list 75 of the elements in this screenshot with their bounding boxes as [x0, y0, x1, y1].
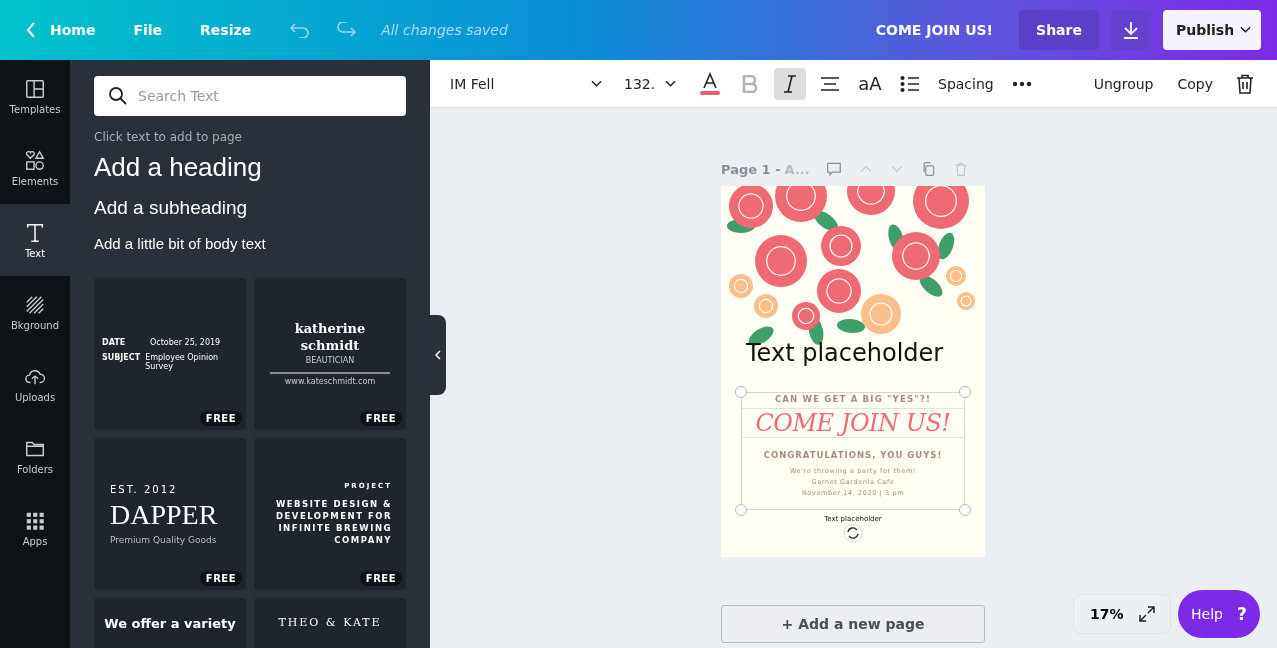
template-text: Premium Quality Goods — [110, 534, 218, 545]
redo-icon[interactable] — [335, 22, 358, 38]
template-card[interactable]: We offer a variety — [94, 598, 246, 648]
template-text: THEO & KATE — [278, 616, 382, 629]
italic-icon — [782, 74, 798, 93]
bold-icon — [742, 74, 758, 93]
text-icon — [24, 221, 46, 244]
free-badge: FREE — [359, 411, 402, 426]
background-icon — [24, 293, 46, 316]
heading-preset[interactable]: Add a heading — [94, 152, 406, 183]
undo-icon[interactable] — [289, 22, 312, 38]
template-text: SUBJECT — [102, 352, 142, 364]
share-button[interactable]: Share — [1019, 10, 1099, 50]
case-button[interactable]: aA — [854, 67, 886, 100]
more-icon — [1011, 80, 1032, 87]
caret-icon — [591, 79, 602, 88]
expand-icon[interactable] — [1138, 605, 1156, 623]
design-title[interactable]: COME JOIN US! — [875, 22, 993, 38]
resize-handle[interactable] — [959, 386, 971, 398]
search-field[interactable]: Search Text — [94, 76, 406, 116]
resize-handle[interactable] — [735, 386, 747, 398]
font-dropdown[interactable]: IM Fell — [450, 75, 602, 92]
caret-icon[interactable] — [1240, 26, 1251, 34]
elements-icon — [24, 149, 46, 172]
font-size-dropdown[interactable]: 132. — [624, 75, 676, 92]
download-button[interactable] — [1111, 10, 1151, 50]
chevron-left-icon — [435, 350, 441, 360]
download-icon[interactable] — [1121, 20, 1141, 40]
help-button[interactable]: Help ? — [1178, 590, 1260, 638]
template-card[interactable]: EST. 2012 DAPPER Premium Quality Goods FREE — [94, 438, 246, 590]
italic-button[interactable] — [774, 67, 806, 100]
trash-icon — [1236, 73, 1254, 94]
add-page-button[interactable]: + Add a new page — [721, 605, 985, 643]
align-center-icon — [820, 75, 840, 92]
subheading-preset[interactable]: Add a subheading — [94, 197, 406, 219]
toolbar-action-button[interactable]: Ungroup — [1089, 67, 1158, 100]
resize-handle[interactable] — [959, 504, 971, 516]
page-label: Page 1 - — [721, 161, 781, 177]
template-card[interactable]: THEO & KATE — [254, 598, 406, 648]
free-badge: FREE — [199, 411, 242, 426]
template-text: We offer a variety — [104, 616, 236, 631]
template-text: October 25, 2019 — [150, 337, 221, 347]
template-card[interactable]: katherine schmidt BEAUTICIAN www.kateschmidt.com FREE — [254, 278, 406, 430]
toolbar-action-button[interactable]: Copy — [1173, 67, 1217, 100]
zoom-control[interactable]: 17% — [1073, 594, 1171, 634]
free-badge: FREE — [199, 571, 242, 586]
template-text: EST. 2012 — [110, 483, 179, 495]
save-status: All changes saved — [381, 22, 508, 38]
template-text: WEBSITE DESIGN & DEVELOPMENT FOR INFINITE BREWING COMPANY — [274, 498, 392, 546]
list-icon — [900, 74, 920, 93]
subtitle-text: CONGRATULATIONS, YOU GUYS! — [763, 450, 943, 460]
template-text: Employee Opinion Survey — [145, 352, 220, 371]
template-text: BEAUTICIAN — [305, 356, 355, 365]
title-text: COME JOIN US! — [742, 408, 964, 438]
template-card[interactable]: DATE October 25, 2019 SUBJECT Employee Opinion Survey FREE — [94, 278, 246, 430]
free-badge: FREE — [359, 571, 402, 586]
kicker-text: CAN WE GET A BIG "YES"?! — [774, 394, 932, 404]
body-preset[interactable]: Add a little bit of body text — [94, 235, 406, 252]
publish-button[interactable]: Publish — [1163, 10, 1261, 50]
template-text: katherine — [294, 322, 366, 336]
text-color-icon — [699, 71, 721, 96]
templates-icon — [24, 77, 46, 100]
template-text: DAPPER — [110, 498, 219, 531]
spacing-button[interactable]: Spacing — [934, 67, 998, 100]
back-icon[interactable] — [26, 22, 36, 38]
template-text: schmidt — [300, 339, 360, 353]
hint-text: Click text to add to page — [94, 130, 243, 144]
rotate-handle-icon[interactable] — [843, 523, 863, 543]
sidebar-item[interactable]: Text — [0, 204, 70, 276]
resize-handle[interactable] — [735, 504, 747, 516]
text-placeholder[interactable]: Text placeholder — [746, 339, 944, 367]
collapse-handle[interactable] — [430, 315, 446, 395]
template-text: DATE — [102, 337, 127, 347]
template-text: www.kateschmidt.com — [284, 377, 376, 386]
caret-icon — [665, 79, 676, 88]
